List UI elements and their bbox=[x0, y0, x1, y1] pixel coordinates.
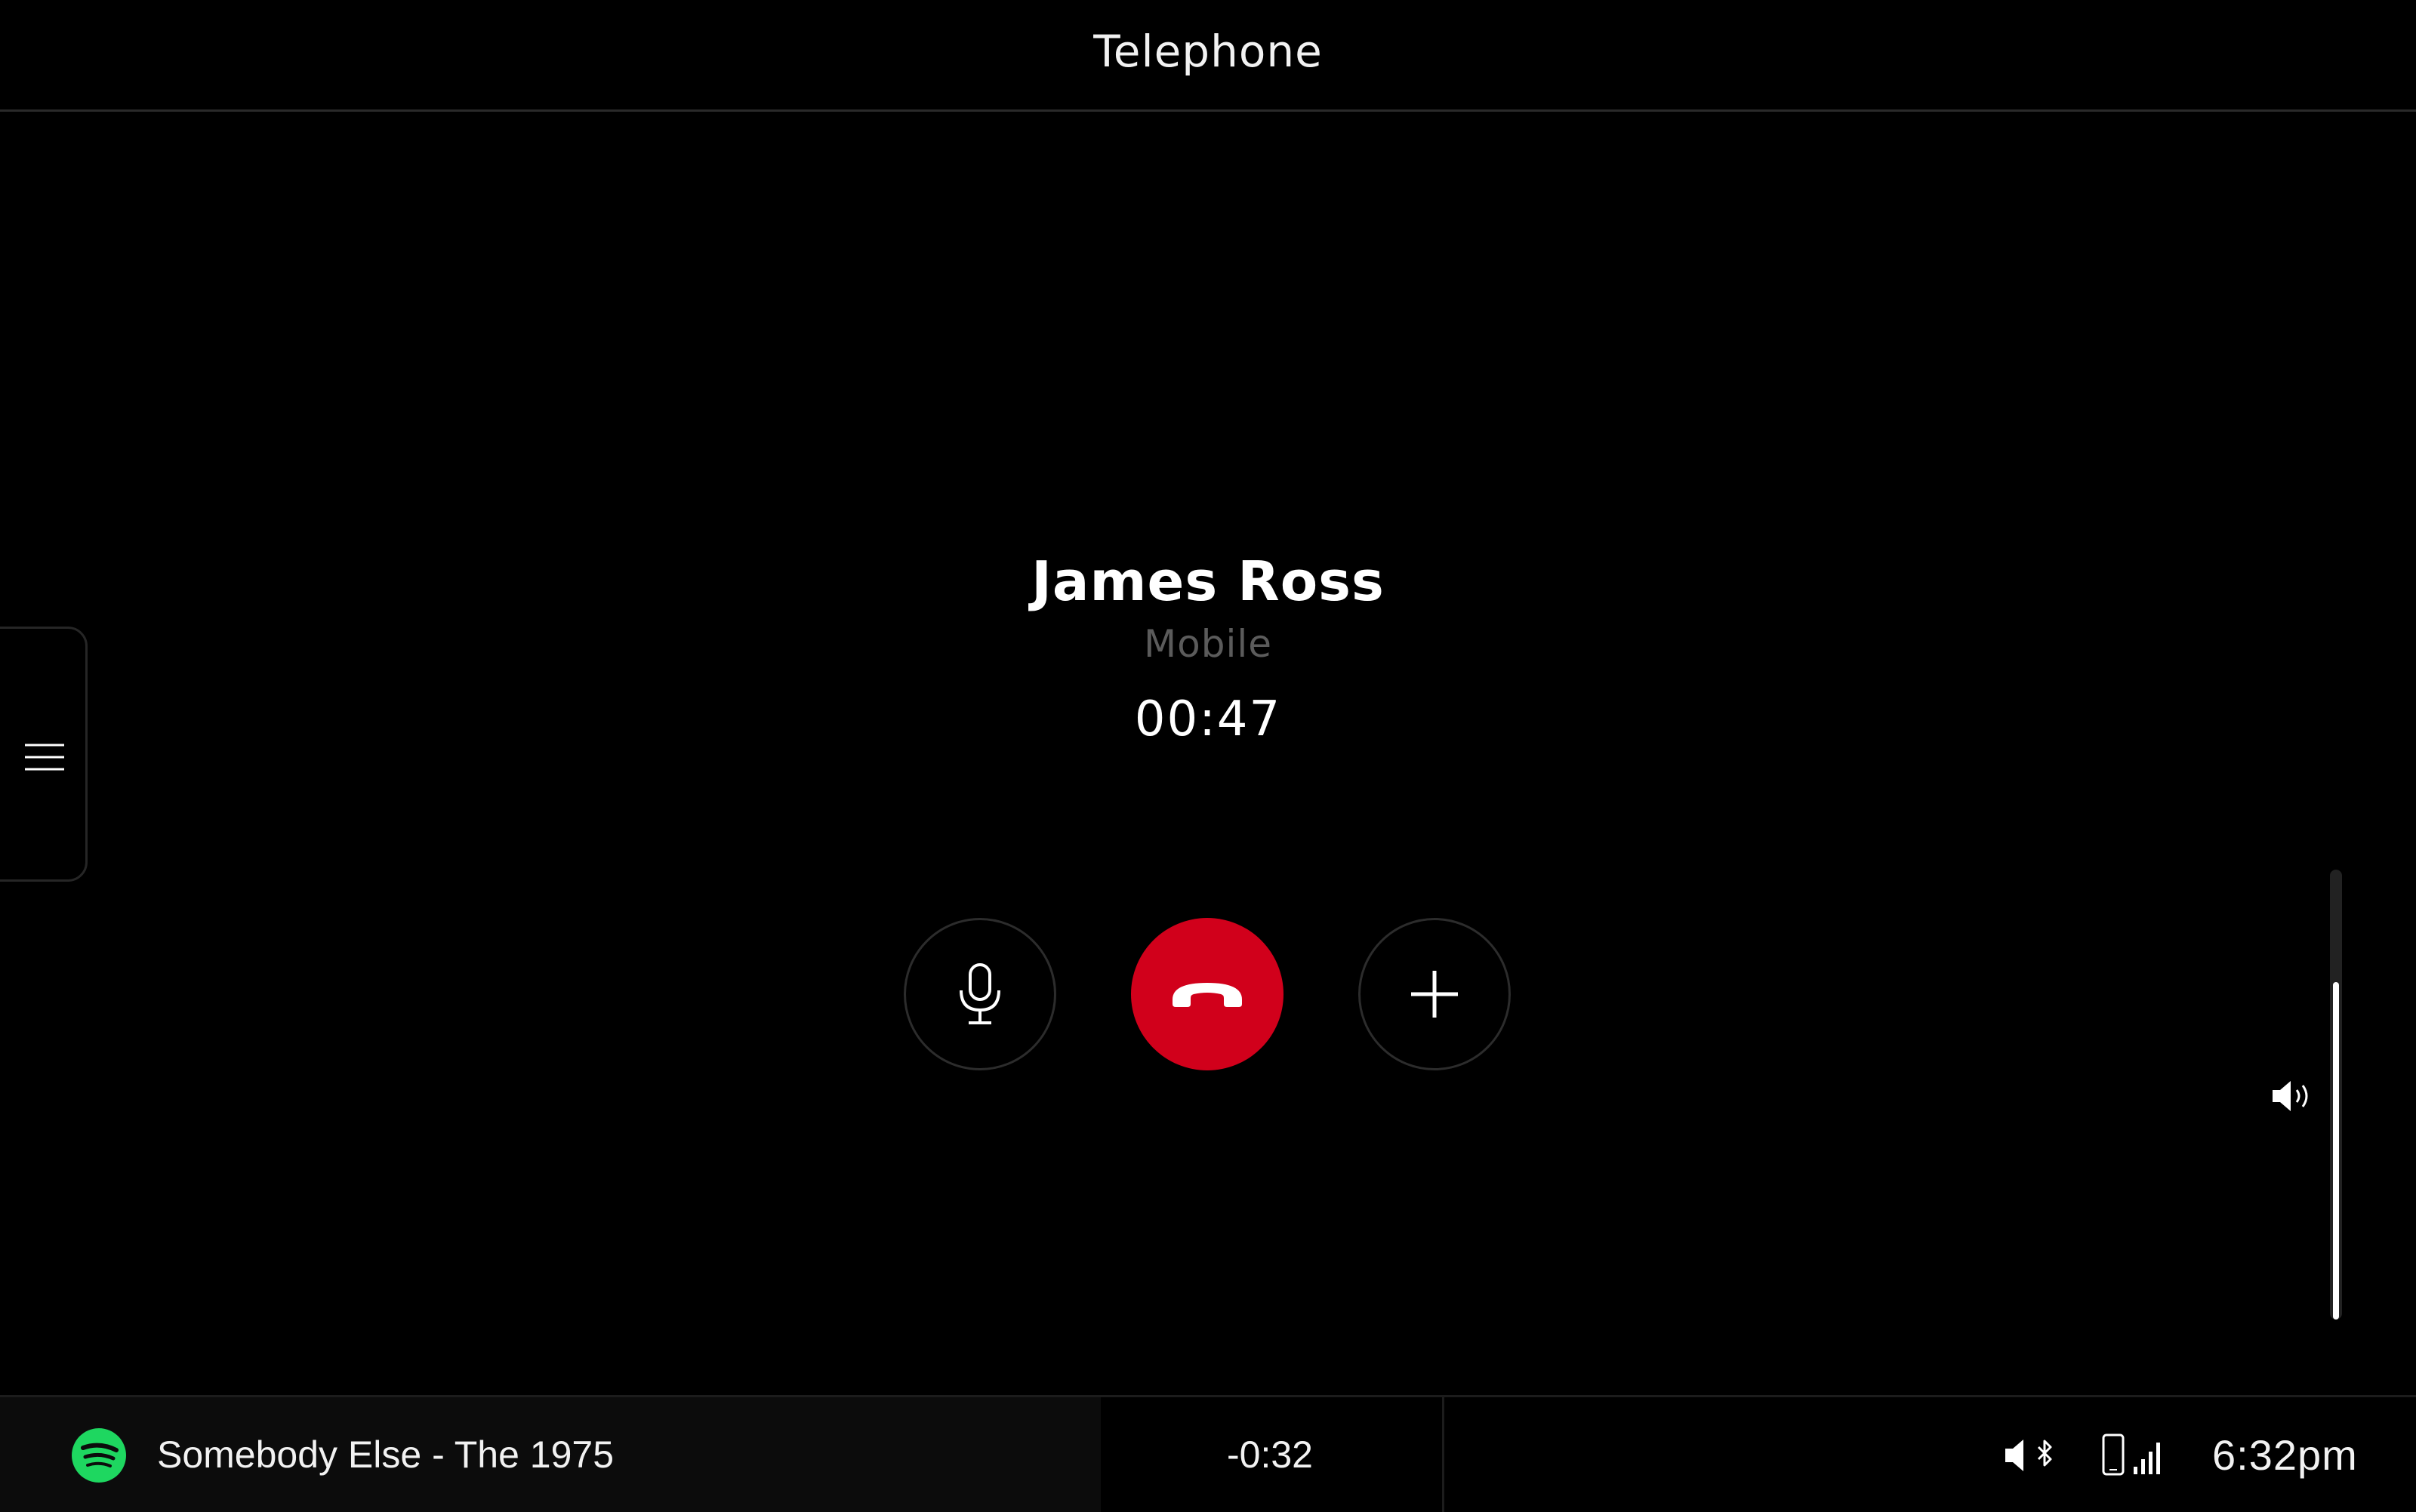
volume-slider-fill bbox=[2333, 982, 2339, 1320]
end-call-icon bbox=[1173, 983, 1242, 1007]
bottom-status-bar: Somebody Else - The 1975 -0:32 6:32pm bbox=[0, 1395, 2416, 1512]
top-bar: Telephone bbox=[0, 0, 2416, 112]
now-playing-panel[interactable]: Somebody Else - The 1975 bbox=[0, 1397, 1101, 1512]
volume-slider[interactable] bbox=[2330, 870, 2342, 1320]
end-call-button[interactable] bbox=[1131, 918, 1284, 1070]
microphone-icon bbox=[960, 963, 1000, 1024]
caller-info: James Ross Mobile 00:47 bbox=[0, 545, 2416, 752]
track-time-remaining: -0:32 bbox=[1227, 1433, 1313, 1476]
caller-name: James Ross bbox=[1031, 550, 1385, 613]
status-divider bbox=[1442, 1397, 1444, 1512]
call-duration: 00:47 bbox=[1134, 691, 1282, 747]
page-title: Telephone bbox=[1093, 26, 1323, 77]
mute-button[interactable] bbox=[904, 918, 1056, 1070]
phone-signal-icon bbox=[2102, 1433, 2160, 1476]
speaker-icon bbox=[2273, 1081, 2308, 1111]
caller-number-type: Mobile bbox=[1143, 622, 1272, 666]
now-playing-track: Somebody Else - The 1975 bbox=[157, 1433, 615, 1476]
clock: 6:32pm bbox=[2212, 1431, 2358, 1479]
spotify-icon bbox=[72, 1428, 126, 1483]
plus-icon bbox=[1411, 971, 1458, 1018]
add-call-button[interactable] bbox=[1358, 918, 1511, 1070]
speaker-bluetooth-icon bbox=[2005, 1440, 2052, 1471]
